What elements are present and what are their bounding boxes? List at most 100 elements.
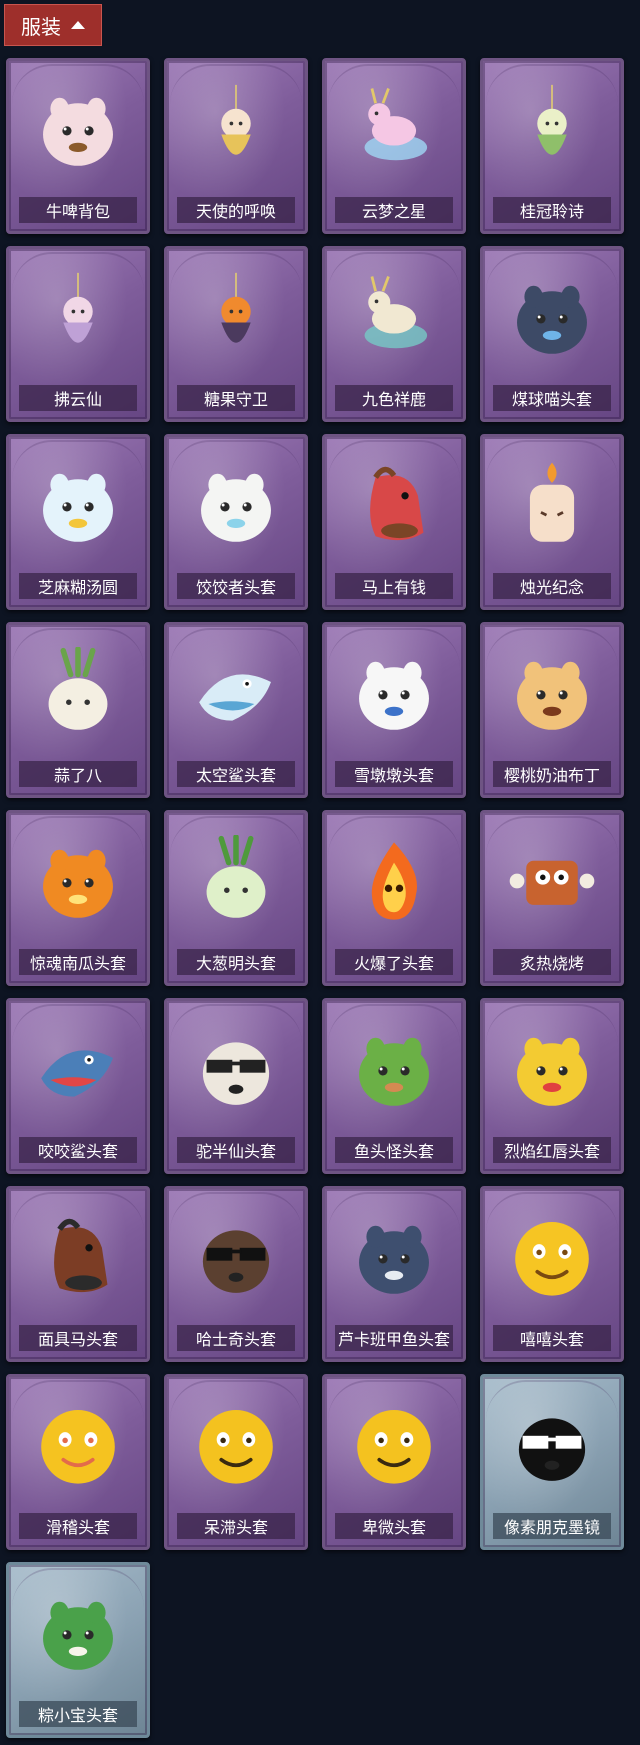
outfit-label-bar: 九色祥鹿: [335, 385, 453, 411]
black-cat-head-icon: [506, 271, 598, 363]
space-shark-head-icon: [190, 647, 282, 739]
outfit-label-bar: 呆滞头套: [177, 1513, 295, 1539]
outfit-label-bar: 饺饺者头套: [177, 573, 295, 599]
outfit-name: 鱼头怪头套: [353, 1142, 434, 1161]
outfit-label-bar: 炙热烧烤: [493, 949, 611, 975]
outfit-label-bar: 牛啤背包: [19, 197, 137, 223]
pixel-sunglasses-icon: [506, 1399, 598, 1491]
outfit-name: 炙热烧烤: [519, 954, 584, 973]
outfit-card[interactable]: 粽小宝头套: [6, 1562, 150, 1738]
outfit-card[interactable]: 马上有钱: [322, 434, 466, 610]
garlic-head-icon: [32, 647, 124, 739]
outfit-category-toggle[interactable]: 服装: [4, 4, 102, 46]
outfit-name: 云梦之星: [361, 202, 426, 221]
outfit-name: 太空鲨头套: [195, 766, 276, 785]
outfit-card[interactable]: 卑微头套: [322, 1374, 466, 1550]
outfit-label-bar: 鱼头怪头套: [335, 1137, 453, 1163]
zongzi-head-icon: [32, 1587, 124, 1679]
pikachu-lips-head-icon: [506, 1023, 598, 1115]
outfit-name: 九色祥鹿: [361, 390, 426, 409]
outfit-card[interactable]: 蒜了八: [6, 622, 150, 798]
outfit-card[interactable]: 哈士奇头套: [164, 1186, 308, 1362]
snowman-head-icon: [348, 647, 440, 739]
outfit-label-bar: 糖果守卫: [177, 385, 295, 411]
fish-head-mask-icon: [348, 1023, 440, 1115]
outfit-card[interactable]: 咬咬鲨头套: [6, 998, 150, 1174]
outfit-name: 像素朋克墨镜: [503, 1518, 600, 1537]
smirk-emoji-head-icon: [32, 1399, 124, 1491]
pumpkin-guard-pendant-icon: [190, 271, 282, 363]
outfit-label-bar: 嘻嘻头套: [493, 1325, 611, 1351]
outfit-name: 芝麻糊汤圆: [37, 578, 118, 597]
outfit-card[interactable]: 呆滞头套: [164, 1374, 308, 1550]
outfit-card[interactable]: 太空鲨头套: [164, 622, 308, 798]
outfit-label-bar: 蒜了八: [19, 761, 137, 787]
outfit-label-bar: 惊魂南瓜头套: [19, 949, 137, 975]
outfit-card[interactable]: 驼半仙头套: [164, 998, 308, 1174]
outfit-card[interactable]: 火爆了头套: [322, 810, 466, 986]
outfit-label-bar: 像素朋克墨镜: [493, 1513, 611, 1539]
outfit-label-bar: 滑稽头套: [19, 1513, 137, 1539]
unicorn-cloud-icon: [348, 83, 440, 175]
grin-emoji-head-icon: [506, 1211, 598, 1303]
outfit-name: 煤球喵头套: [511, 390, 592, 409]
outfit-label-bar: 芦卡班甲鱼头套: [335, 1325, 453, 1351]
outfit-name: 大葱明头套: [195, 954, 276, 973]
outfit-label-bar: 马上有钱: [335, 573, 453, 599]
outfit-card[interactable]: 九色祥鹿: [322, 246, 466, 422]
outfit-label-bar: 云梦之星: [335, 197, 453, 223]
outfit-card[interactable]: 惊魂南瓜头套: [6, 810, 150, 986]
outfit-label-bar: 哈士奇头套: [177, 1325, 295, 1351]
fire-head-icon: [348, 835, 440, 927]
outfit-label-bar: 火爆了头套: [335, 949, 453, 975]
outfit-label-bar: 雪墩墩头套: [335, 761, 453, 787]
outfit-card[interactable]: 大葱明头套: [164, 810, 308, 986]
outfit-card[interactable]: 云梦之星: [322, 58, 466, 234]
biting-shark-head-icon: [32, 1023, 124, 1115]
outfit-name: 饺饺者头套: [195, 578, 276, 597]
outfit-card[interactable]: 面具马头套: [6, 1186, 150, 1362]
outfit-card[interactable]: 雪墩墩头套: [322, 622, 466, 798]
outfit-name: 火爆了头套: [353, 954, 434, 973]
outfit-label-bar: 咬咬鲨头套: [19, 1137, 137, 1163]
outfit-card[interactable]: 滑稽头套: [6, 1374, 150, 1550]
outfit-card[interactable]: 像素朋克墨镜: [480, 1374, 624, 1550]
outfit-name: 面具马头套: [37, 1330, 118, 1349]
pudding-head-icon: [506, 647, 598, 739]
candle-head-icon: [506, 459, 598, 551]
outfit-card[interactable]: 糖果守卫: [164, 246, 308, 422]
outfit-card[interactable]: 饺饺者头套: [164, 434, 308, 610]
outfit-label-bar: 煤球喵头套: [493, 385, 611, 411]
outfit-card[interactable]: 鱼头怪头套: [322, 998, 466, 1174]
outfit-name: 芦卡班甲鱼头套: [337, 1330, 450, 1349]
bbq-meat-head-icon: [506, 835, 598, 927]
outfit-name: 桂冠聆诗: [519, 202, 584, 221]
outfit-name: 拂云仙: [53, 390, 102, 409]
outfit-card[interactable]: 烛光纪念: [480, 434, 624, 610]
outfit-card[interactable]: 芝麻糊汤圆: [6, 434, 150, 610]
outfit-card[interactable]: 炙热烧烤: [480, 810, 624, 986]
outfit-card[interactable]: 嘻嘻头套: [480, 1186, 624, 1362]
outfit-label-bar: 桂冠聆诗: [493, 197, 611, 223]
outfit-name: 樱桃奶油布丁: [503, 766, 600, 785]
stunned-emoji-head-icon: [190, 1399, 282, 1491]
outfit-card[interactable]: 樱桃奶油布丁: [480, 622, 624, 798]
outfit-card[interactable]: 烈焰红唇头套: [480, 998, 624, 1174]
outfit-card[interactable]: 煤球喵头套: [480, 246, 624, 422]
outfit-card[interactable]: 拂云仙: [6, 246, 150, 422]
outfit-label-bar: 卑微头套: [335, 1513, 453, 1539]
outfit-name: 卑微头套: [361, 1518, 426, 1537]
outfit-name: 蒜了八: [53, 766, 102, 785]
red-horse-head-icon: [348, 459, 440, 551]
outfit-label-bar: 粽小宝头套: [19, 1701, 137, 1727]
outfit-card[interactable]: 芦卡班甲鱼头套: [322, 1186, 466, 1362]
outfit-name: 嘻嘻头套: [519, 1330, 584, 1349]
tangyuan-head-icon: [32, 459, 124, 551]
outfit-card[interactable]: 牛啤背包: [6, 58, 150, 234]
outfit-name: 粽小宝头套: [37, 1706, 118, 1725]
outfit-name: 驼半仙头套: [195, 1142, 276, 1161]
outfit-name: 咬咬鲨头套: [37, 1142, 118, 1161]
cloud-fairy-pendant-icon: [32, 271, 124, 363]
outfit-card[interactable]: 天使的呼唤: [164, 58, 308, 234]
outfit-card[interactable]: 桂冠聆诗: [480, 58, 624, 234]
